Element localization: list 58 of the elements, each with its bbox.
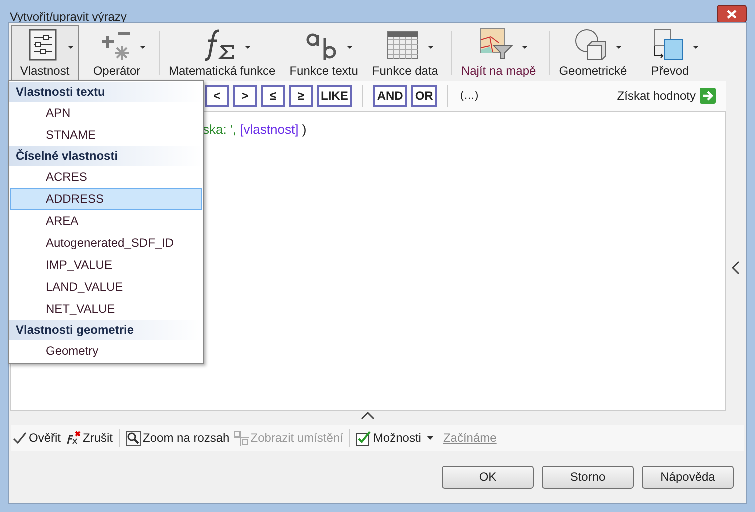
menu-item[interactable]: AREA	[10, 210, 202, 232]
checkmark-icon	[13, 431, 27, 445]
ribbon-button[interactable]: Operátor	[83, 25, 151, 81]
caret-icon	[347, 46, 354, 50]
operator-button[interactable]: LIKE	[317, 85, 352, 107]
menu-item[interactable]: IMP_VALUE	[10, 254, 202, 276]
close-icon	[727, 10, 737, 18]
parentheses-button[interactable]: (…)	[458, 88, 481, 104]
caret-icon	[68, 46, 74, 50]
caret-icon	[427, 436, 436, 440]
caret-icon	[245, 46, 252, 50]
dialog-button[interactable]: OK	[442, 466, 534, 488]
ribbon-button[interactable]: Převod	[636, 25, 704, 81]
zoom-icon	[126, 430, 142, 446]
ribbon-button[interactable]: Matematická funkce	[164, 25, 281, 81]
caret-icon	[522, 46, 528, 50]
ribbon-button[interactable]: Funkce data	[367, 25, 444, 81]
close-button[interactable]	[717, 5, 747, 23]
menu-header: Číselné vlastnosti	[9, 146, 203, 166]
menu-header: Vlastnosti geometrie	[9, 320, 203, 340]
caret-icon	[428, 46, 434, 50]
operator-button[interactable]: ≥	[289, 85, 313, 107]
operator-button[interactable]: >	[233, 85, 257, 107]
menu-item[interactable]: Geometry	[10, 340, 202, 362]
function-clear-icon	[65, 431, 82, 445]
checkbox-icon	[356, 430, 372, 446]
operator-button[interactable]: ≤	[261, 85, 285, 107]
menu-item[interactable]: ACRES	[10, 166, 202, 188]
chevron-left-icon	[732, 261, 740, 275]
toolbar-button[interactable]: Možnosti	[356, 429, 436, 447]
menu-item[interactable]: Autogenerated_SDF_ID	[10, 232, 202, 254]
toolbar-button[interactable]: Ověřit	[13, 429, 62, 447]
menu-item[interactable]: ADDRESS	[10, 188, 202, 210]
toolbar-button[interactable]: Zoom na rozsah	[126, 429, 230, 447]
menu-header: Vlastnosti textu	[9, 82, 203, 102]
ribbon-button[interactable]: Geometrické	[554, 25, 632, 81]
map-filter-icon	[480, 28, 514, 62]
caret-icon	[616, 46, 622, 50]
menu-item[interactable]: STNAME	[10, 124, 202, 146]
ribbon-button[interactable]: Funkce textu	[284, 25, 364, 81]
locate-icon	[234, 430, 249, 446]
operator-button[interactable]: OR	[411, 85, 438, 107]
sphere-cube-icon	[574, 28, 608, 62]
toolbar-button[interactable]: Zrušit	[65, 429, 114, 447]
menu-item[interactable]: NET_VALUE	[10, 298, 202, 320]
ribbon-button[interactable]: Najít na mapě	[456, 25, 542, 81]
arrow-right-icon	[700, 88, 716, 104]
menu-item[interactable]: LAND_VALUE	[10, 276, 202, 298]
operator-button[interactable]: <	[205, 85, 229, 107]
operator-button[interactable]: AND	[373, 85, 408, 107]
ribbon-button[interactable]: Vlastnost	[11, 25, 79, 81]
chevron-up-icon	[360, 411, 374, 421]
expression-text: ska: ', [vlastnost] )	[203, 122, 307, 137]
dialog-button[interactable]: Nápověda	[642, 466, 734, 488]
caret-icon	[693, 46, 700, 50]
dialog-button[interactable]: Storno	[542, 466, 634, 488]
caret-icon	[140, 46, 146, 50]
get-values-button[interactable]: Získat hodnoty	[617, 87, 716, 105]
